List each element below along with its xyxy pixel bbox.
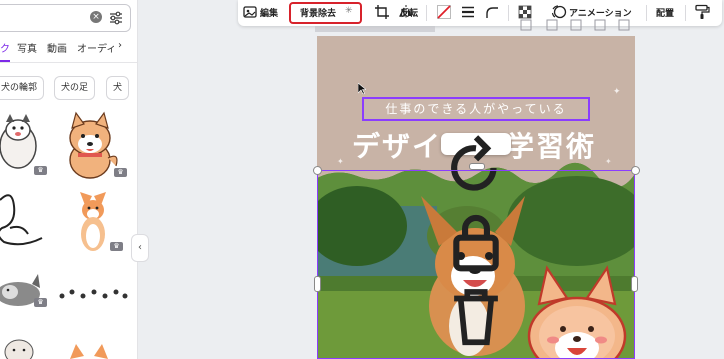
resize-handle-top[interactable] (469, 163, 485, 170)
edit-image-icon[interactable] (242, 4, 258, 20)
svg-text:✦: ✦ (613, 87, 621, 97)
edit-button[interactable]: 編集 (260, 6, 278, 19)
chip-dog-paw[interactable]: 犬の足 (54, 76, 96, 100)
resize-handle-top-right[interactable] (631, 166, 640, 175)
svg-text:✦: ✦ (337, 157, 344, 166)
search-input[interactable]: × (0, 4, 131, 32)
title-text-right: 学習術 (506, 130, 597, 163)
tab-audio[interactable]: オーディ (77, 40, 116, 55)
paint-roller-icon[interactable] (694, 4, 710, 20)
position-button[interactable]: 配置 (656, 6, 674, 19)
divider (685, 5, 686, 21)
resize-handle-left[interactable] (314, 276, 321, 292)
resize-handle-right[interactable] (631, 276, 638, 292)
chip-dog-outline[interactable]: 犬の輪郭 (0, 76, 45, 100)
sparkle-icon: ✳ (345, 6, 353, 16)
divider (0, 62, 137, 63)
tab-graphics[interactable]: ク (0, 40, 10, 55)
category-tabs: ク 写真 動画 オーディ › (0, 40, 137, 62)
resize-handle-top-left[interactable] (313, 166, 322, 175)
divider (646, 5, 647, 21)
sticker-paw-prints[interactable] (56, 286, 128, 304)
premium-crown-icon: ♛ (34, 166, 47, 175)
tab-videos[interactable]: 動画 (47, 40, 67, 55)
title-text-left: デザイ (352, 130, 443, 163)
elements-panel: × ク 写真 動画 オーディ › 犬の輪郭 犬の足 犬 ♛ ♛ ♛ ♛ (0, 0, 138, 359)
sticker-dog-bottom-right[interactable] (64, 340, 114, 359)
sticker-dog-bottom-left[interactable] (0, 334, 38, 359)
premium-crown-icon: ♛ (34, 298, 47, 307)
collapse-panel-button[interactable]: ‹ (131, 234, 149, 262)
filter-icon[interactable] (108, 10, 124, 26)
sticker-line-dog[interactable] (0, 188, 52, 253)
premium-crown-icon: ♛ (110, 242, 123, 251)
page-header-strip (315, 19, 630, 32)
image-selection-frame[interactable] (317, 170, 635, 359)
premium-crown-icon: ♛ (114, 168, 127, 177)
clear-search-icon[interactable]: × (90, 11, 102, 23)
chip-dog[interactable]: 犬 (106, 76, 130, 100)
sticker-corgi[interactable] (72, 186, 114, 256)
element-quick-actions (441, 133, 511, 346)
sticker-shiba-dog[interactable] (60, 108, 122, 183)
mouse-cursor-icon (358, 83, 366, 94)
tab-photos[interactable]: 写真 (17, 40, 37, 55)
subtitle-text-box[interactable]: 仕事のできる人がやっている (362, 97, 590, 121)
tabs-scroll-right-icon[interactable]: › (118, 40, 122, 51)
